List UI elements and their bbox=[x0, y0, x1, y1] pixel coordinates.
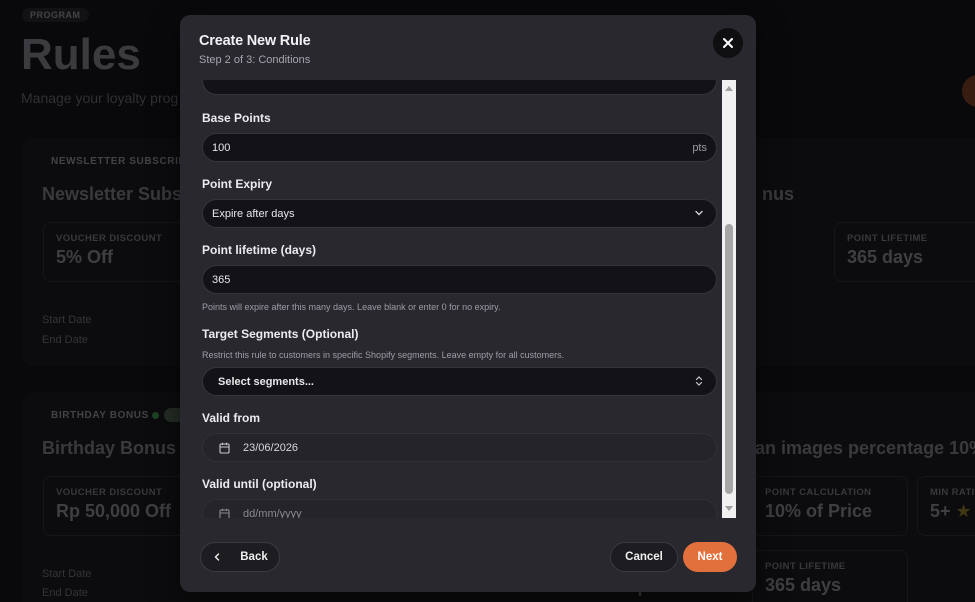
target-segments-label: Target Segments (Optional) bbox=[202, 327, 359, 341]
caret-down-icon bbox=[725, 506, 733, 511]
point-expiry-select[interactable]: Expire after days bbox=[202, 199, 717, 228]
base-points-value: 100 bbox=[212, 141, 231, 154]
cancel-button[interactable]: Cancel bbox=[610, 542, 678, 572]
target-segments-select[interactable]: Select segments... bbox=[202, 367, 717, 396]
base-points-input[interactable]: 100 pts bbox=[202, 133, 717, 162]
point-lifetime-value: 365 bbox=[212, 273, 231, 286]
chevron-down-icon bbox=[695, 210, 703, 216]
target-segments-helper: Restrict this rule to customers in speci… bbox=[202, 350, 565, 360]
base-points-label: Base Points bbox=[202, 111, 271, 125]
page: PROGRAM Rules Manage your loyalty prog N… bbox=[0, 0, 975, 602]
point-lifetime-helper: Points will expire after this many days.… bbox=[202, 302, 501, 312]
close-icon bbox=[723, 38, 733, 48]
previous-field[interactable] bbox=[202, 80, 717, 95]
cancel-label: Cancel bbox=[625, 551, 663, 563]
valid-until-placeholder: dd/mm/yyyy bbox=[243, 507, 302, 519]
back-label: Back bbox=[240, 551, 268, 563]
point-lifetime-label: Point lifetime (days) bbox=[202, 243, 317, 257]
close-button[interactable] bbox=[713, 28, 743, 58]
valid-until-input[interactable]: dd/mm/yyyy bbox=[202, 499, 717, 518]
next-button[interactable]: Next bbox=[683, 542, 737, 572]
valid-from-label: Valid from bbox=[202, 411, 261, 425]
next-label: Next bbox=[697, 551, 723, 563]
calendar-icon bbox=[219, 508, 230, 518]
target-segments-placeholder: Select segments... bbox=[218, 375, 314, 388]
scrollbar-thumb[interactable] bbox=[725, 224, 733, 494]
caret-up-icon bbox=[725, 86, 733, 91]
modal-scroll-area[interactable]: Base Points 100 pts Point Expiry Expire … bbox=[199, 80, 736, 518]
scroll-down-arrow[interactable] bbox=[722, 502, 736, 516]
valid-from-input[interactable]: 23/06/2026 bbox=[202, 433, 717, 462]
point-lifetime-input[interactable]: 365 bbox=[202, 265, 717, 294]
calendar-icon bbox=[219, 442, 230, 454]
back-button[interactable]: Back bbox=[200, 542, 280, 572]
modal-title: Create New Rule bbox=[199, 33, 311, 49]
chevron-left-icon bbox=[214, 553, 220, 561]
modal-step: Step 2 of 3: Conditions bbox=[199, 54, 311, 66]
create-rule-modal: Create New Rule Step 2 of 3: Conditions … bbox=[180, 15, 756, 592]
up-down-icon bbox=[695, 376, 703, 386]
point-expiry-value: Expire after days bbox=[212, 207, 295, 220]
valid-from-value: 23/06/2026 bbox=[243, 441, 299, 454]
valid-until-label: Valid until (optional) bbox=[202, 477, 317, 491]
scroll-up-arrow[interactable] bbox=[722, 81, 736, 95]
points-suffix: pts bbox=[692, 141, 707, 154]
point-expiry-label: Point Expiry bbox=[202, 177, 273, 191]
